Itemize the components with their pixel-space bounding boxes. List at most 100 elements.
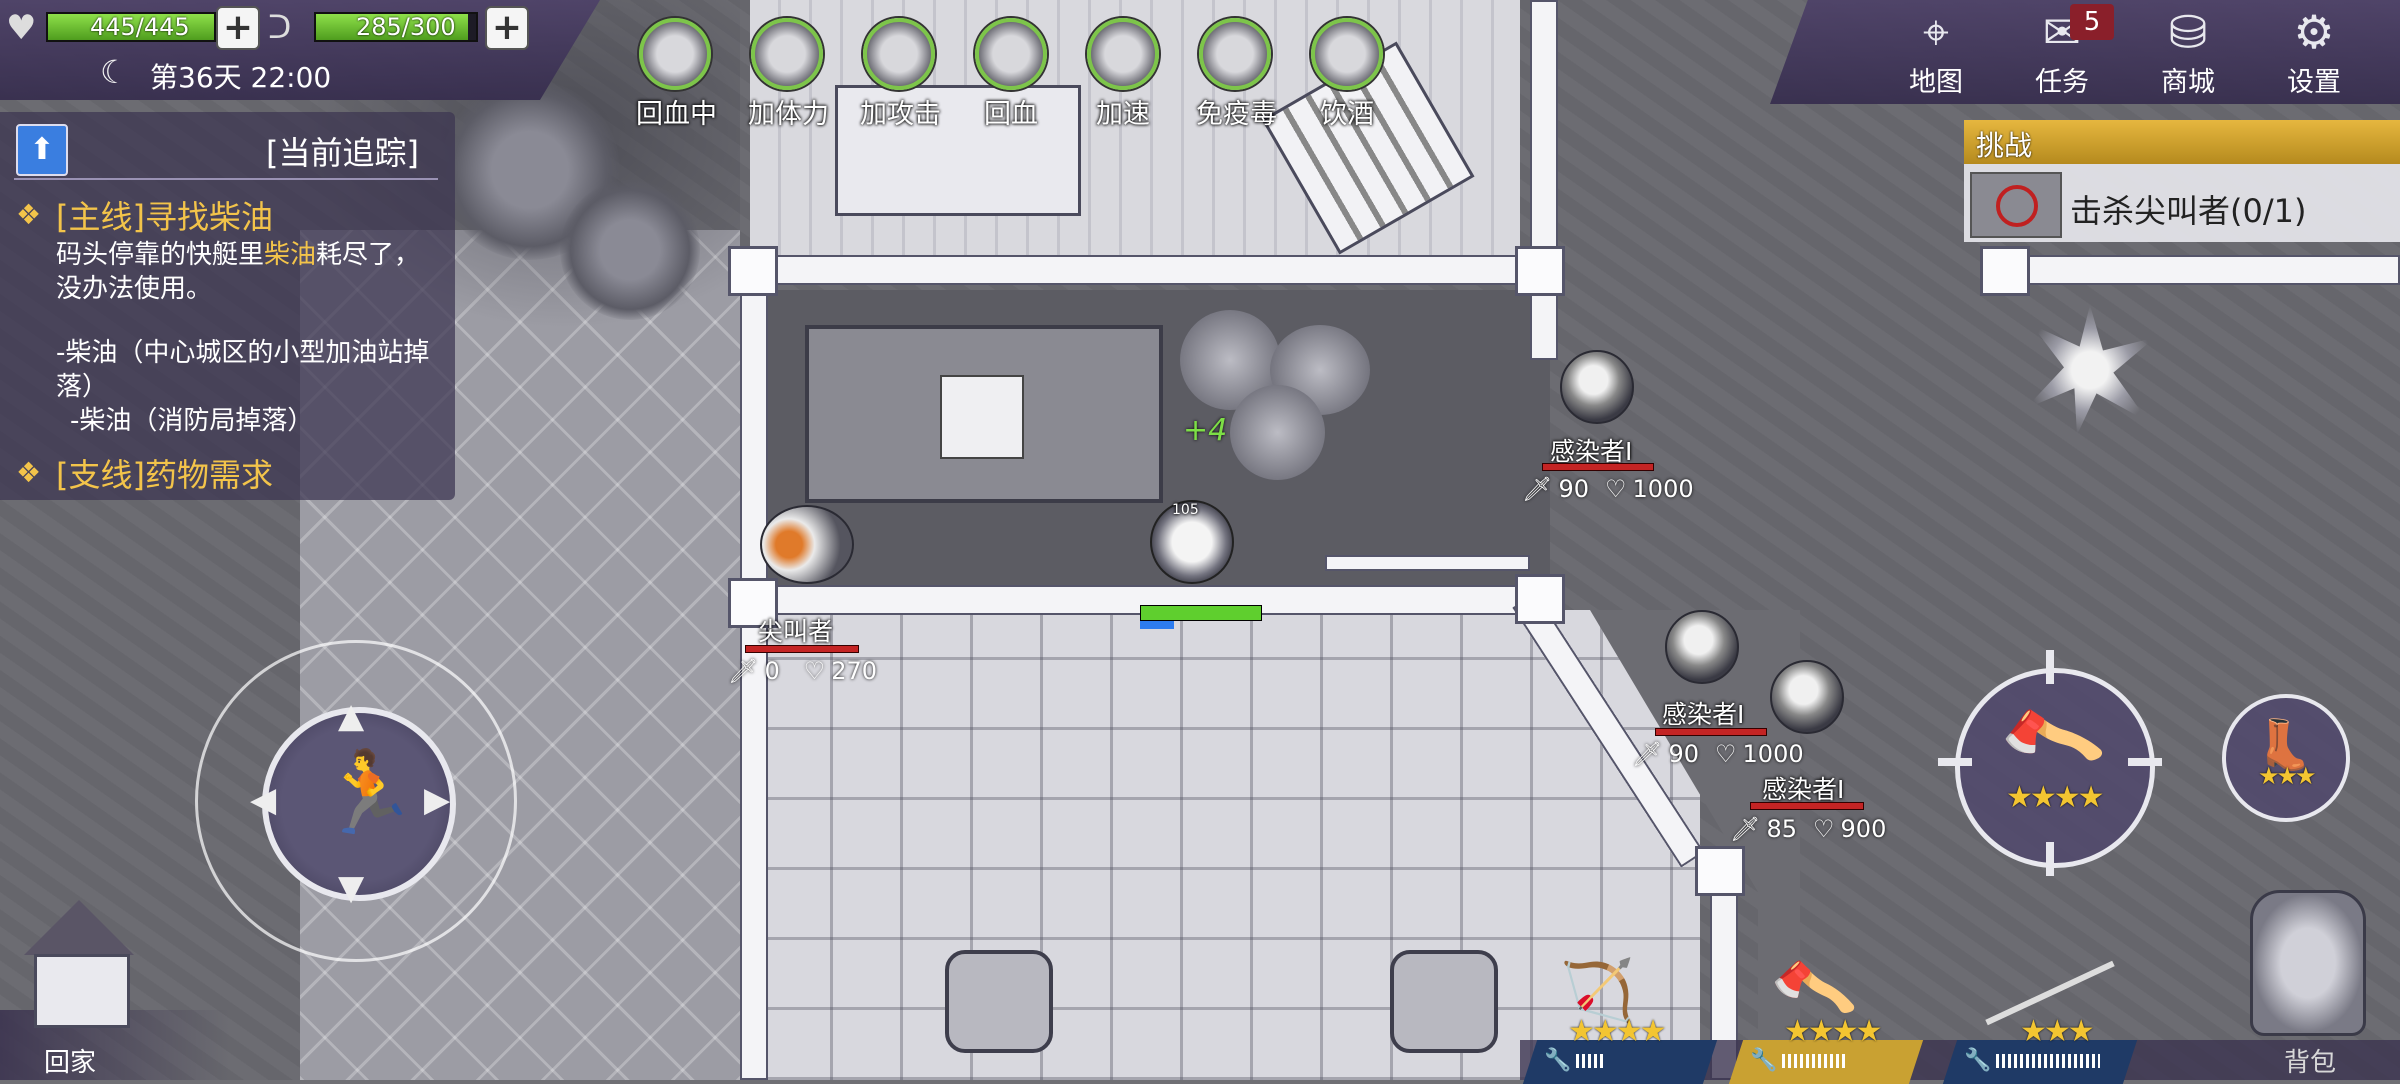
house-icon xyxy=(34,954,130,1028)
main-quest-desc: 码头停靠的快艇里柴油耗尽了，没办法使用。 xyxy=(56,238,436,306)
wall xyxy=(1990,255,2400,285)
tasks-button[interactable]: ✉ 任务 5 xyxy=(2012,4,2114,99)
add-hp-button[interactable]: + xyxy=(216,6,260,50)
attack-icon: 🗡 xyxy=(1730,815,1761,843)
challenge-text: 击杀尖叫者(0/1) xyxy=(2070,192,2307,230)
buff-heal[interactable]: 回血 xyxy=(972,18,1050,131)
enemy-name: 感染者I xyxy=(1662,700,1745,729)
chair xyxy=(945,950,1053,1053)
table-box xyxy=(940,375,1024,459)
hp-text: 445/445 xyxy=(90,13,190,41)
enemy-name: 尖叫者 xyxy=(758,617,834,646)
heart-icon: ♡ xyxy=(1813,815,1835,843)
pillar xyxy=(1695,846,1745,896)
bottle-icon xyxy=(1087,18,1159,90)
enemy-hp-bar xyxy=(1542,463,1654,471)
running-man-icon: 🏃 xyxy=(318,746,418,839)
menu-label: 商城 xyxy=(2161,67,2215,98)
pillar xyxy=(1980,246,2030,296)
pillar xyxy=(1515,574,1565,624)
desc-highlight: 柴油 xyxy=(264,240,317,270)
enemy-hp-bar xyxy=(745,645,859,653)
enemy-hp-bar xyxy=(1655,728,1767,736)
low-wall xyxy=(1325,555,1530,571)
quest-scroll-icon: ❖ xyxy=(16,198,42,231)
arrow-down-icon: ▼ xyxy=(338,868,365,908)
buff-label: 加体力 xyxy=(748,99,829,130)
player-hp-fill xyxy=(1141,606,1261,620)
house-roof-icon xyxy=(24,900,134,955)
main-quest-title[interactable]: [主线]寻找柴油 xyxy=(56,192,273,238)
infected-zombie[interactable] xyxy=(1665,610,1739,684)
enemy-hp-bar xyxy=(1750,802,1864,810)
bush xyxy=(560,180,700,320)
crosshair-tick xyxy=(2046,650,2054,684)
arrow-up-icon: ▲ xyxy=(338,696,365,736)
task-badge: 5 xyxy=(2070,4,2114,40)
enemy-health: 270 xyxy=(831,657,878,685)
quest-item: -柴油（消防局掉落） xyxy=(70,406,314,436)
buff-label: 饮酒 xyxy=(1320,99,1374,130)
crosshair-tick xyxy=(1938,758,1972,766)
stomach-icon: ᑐ xyxy=(268,8,292,46)
menu-label: 地图 xyxy=(1909,67,1963,98)
enemy-health: 1000 xyxy=(1632,475,1694,503)
main-weapon-stars: ★★★★ xyxy=(2006,780,2105,815)
buff-label: 回血中 xyxy=(636,99,717,130)
menu-label: 任务 xyxy=(2035,67,2089,98)
enemy-attack: 0 xyxy=(764,657,780,685)
game-time: 第36天 22:00 xyxy=(150,61,332,94)
buff-bar: 回血中 加体力 加攻击 回血 加速 免疫毒 饮酒 xyxy=(636,18,1386,131)
side-quest-title[interactable]: [支线]药物需求 xyxy=(56,450,273,496)
add-hunger-button[interactable]: + xyxy=(485,6,529,50)
chair xyxy=(1390,950,1498,1053)
backpack-icon[interactable] xyxy=(2250,890,2366,1036)
quest-scroll-icon: ❖ xyxy=(16,456,42,489)
enemy-stats: 🗡 90 ♡ 1000 xyxy=(1522,475,1694,503)
collapse-arrow-icon[interactable]: ⬆ xyxy=(16,124,68,176)
buff-speed[interactable]: 加速 xyxy=(1084,18,1162,131)
buff-regen[interactable]: 回血中 xyxy=(636,18,717,131)
durability-bar xyxy=(1576,1054,1604,1068)
enemy-stats: 🗡 90 ♡ 1000 xyxy=(1632,740,1804,768)
crosshair-tick xyxy=(2046,842,2054,876)
map-button[interactable]: ⌖ 地图 xyxy=(1886,4,1986,99)
shop-button[interactable]: ⛁ 商城 xyxy=(2138,4,2238,99)
enemy-stats: 🗡 0 ♡ 270 xyxy=(728,657,877,685)
enemy-health: 900 xyxy=(1840,815,1887,843)
moon-icon: ☾ xyxy=(100,53,129,91)
settings-button[interactable]: ⚙ 设置 xyxy=(2264,4,2364,99)
wall xyxy=(740,585,1530,615)
heal-popup: +4 xyxy=(1183,413,1228,448)
buff-stamina[interactable]: 加体力 xyxy=(748,18,829,131)
durability-bar xyxy=(1996,1054,2100,1068)
wrench-icon: 🔧 xyxy=(1750,1048,1778,1073)
home-button[interactable] xyxy=(14,880,134,1030)
wall xyxy=(740,255,1530,285)
player-character: 105 xyxy=(1140,490,1240,590)
gear-icon: ⚙ xyxy=(2293,5,2335,59)
food-icon xyxy=(751,18,823,90)
buff-label: 回血 xyxy=(984,99,1038,130)
pillar xyxy=(728,246,778,296)
attack-icon: 🗡 xyxy=(1522,475,1553,503)
attack-icon: 🗡 xyxy=(728,657,759,685)
screamer-enemy[interactable] xyxy=(760,505,854,584)
infected-zombie[interactable] xyxy=(1560,350,1634,424)
enemy-attack: 85 xyxy=(1766,815,1798,843)
top-menu: ⌖ 地图 ✉ 任务 5 ⛁ 商城 ⚙ 设置 xyxy=(1886,4,2364,99)
infected-zombie[interactable] xyxy=(1770,660,1844,734)
garbage-bag xyxy=(1230,385,1325,480)
enemy-health: 1000 xyxy=(1742,740,1804,768)
wrench-icon: 🔧 xyxy=(1964,1048,1992,1073)
arrow-left-icon: ◀ xyxy=(250,780,277,820)
crosshair-tick xyxy=(2128,758,2162,766)
buff-poison-immunity[interactable]: 免疫毒 xyxy=(1196,18,1277,131)
buff-attack[interactable]: 加攻击 xyxy=(860,18,941,131)
quest-panel-title: [当前追踪] xyxy=(266,134,419,172)
bag-label: 背包 xyxy=(2284,1048,2337,1078)
buff-drink[interactable]: 饮酒 xyxy=(1308,18,1386,131)
heart-icon: ♥ xyxy=(6,8,37,48)
slot-stars: ★★★★ xyxy=(1568,1014,1667,1049)
enemy-stats: 🗡 85 ♡ 900 xyxy=(1730,815,1886,843)
